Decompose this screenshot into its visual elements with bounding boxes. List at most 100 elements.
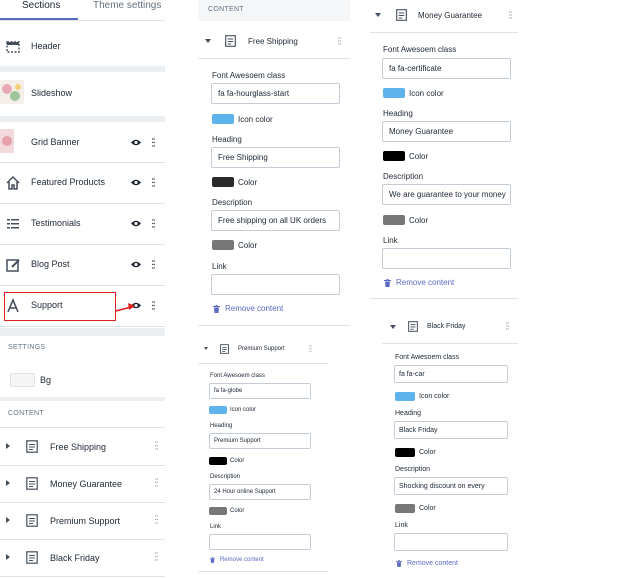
eye-icon[interactable] [131, 179, 141, 186]
tab-sections[interactable]: Sections [22, 0, 60, 11]
drag-handle-icon[interactable] [155, 478, 158, 487]
remove-content-button[interactable]: Remove content [210, 557, 264, 563]
drag-handle-icon[interactable] [338, 37, 341, 45]
collapse-caret-icon[interactable] [390, 325, 396, 329]
drag-handle-icon[interactable] [152, 301, 155, 310]
fa-class-input[interactable]: fa fa-certificate [382, 58, 511, 79]
highlight-box [4, 292, 116, 321]
sidebar-item-blog-post[interactable]: Blog Post [0, 245, 165, 285]
heading-color-swatch[interactable] [209, 457, 227, 465]
link-label: Link [212, 262, 227, 271]
icon-color-swatch[interactable] [209, 406, 227, 414]
fa-class-input[interactable]: fa fa-hourglass-start [211, 83, 340, 104]
sidebar-item-grid-banner[interactable]: Grid Banner [0, 123, 165, 163]
heading-label: Heading [210, 423, 233, 429]
drag-handle-icon[interactable] [152, 219, 155, 228]
section-separator [0, 66, 165, 72]
description-color-swatch[interactable] [209, 507, 227, 515]
drag-handle-icon[interactable] [152, 138, 155, 147]
drag-handle-icon[interactable] [509, 11, 512, 19]
collapse-caret-icon[interactable] [204, 347, 208, 350]
heading-input[interactable]: Free Shipping [211, 147, 340, 168]
collapse-caret-icon[interactable] [205, 39, 211, 43]
content-item-premium-support[interactable]: Premium Support [0, 502, 165, 539]
sidebar-item-label: Slideshow [31, 88, 73, 98]
expand-caret-icon[interactable] [6, 554, 10, 560]
sidebar-item-header[interactable]: Header [0, 27, 165, 67]
content-item-black-friday[interactable]: Black Friday [0, 539, 165, 576]
eye-icon[interactable] [131, 220, 141, 227]
fa-class-input[interactable]: fa fa-globe [209, 383, 311, 399]
free-shipping-panel: CONTENT Free Shipping Font Awesoem class… [198, 0, 350, 330]
tab-theme-settings[interactable]: Theme settings [93, 0, 161, 11]
sidebar-item-testimonials[interactable]: Testimonials [0, 204, 165, 244]
heading-input[interactable]: Money Guarantee [382, 121, 511, 142]
heading-color-label: Color [230, 458, 245, 464]
arrow-annotation [115, 303, 135, 312]
heading-color-swatch[interactable] [383, 151, 405, 161]
heading-color-swatch[interactable] [395, 448, 415, 457]
description-color-label: Color [419, 505, 436, 512]
description-color-swatch[interactable] [212, 240, 234, 250]
description-input[interactable]: 24 Hour online Support [209, 484, 311, 500]
text-block-icon [408, 321, 418, 332]
remove-content-button[interactable]: Remove content [213, 304, 283, 313]
icon-color-swatch[interactable] [395, 392, 415, 401]
trash-icon [396, 560, 402, 567]
sidebar-item-label: Featured Products [31, 177, 106, 187]
bg-color-swatch[interactable] [10, 373, 35, 387]
description-input[interactable]: We are guarantee to your money [382, 184, 511, 205]
expand-caret-icon[interactable] [6, 443, 10, 449]
expand-caret-icon[interactable] [6, 480, 10, 486]
heading-input[interactable]: Black Friday [394, 421, 508, 439]
home-icon [6, 175, 20, 190]
link-input[interactable] [209, 534, 311, 550]
drag-handle-icon[interactable] [152, 178, 155, 187]
eye-icon[interactable] [131, 261, 141, 268]
fa-class-input[interactable]: fa fa-car [394, 365, 508, 383]
section-separator [0, 116, 165, 122]
trash-icon [213, 304, 220, 313]
drag-handle-icon[interactable] [506, 322, 509, 330]
sidebar-item-featured-products[interactable]: Featured Products [0, 163, 165, 203]
content-caption: CONTENT [208, 6, 244, 13]
drag-handle-icon[interactable] [155, 515, 158, 524]
description-color-label: Color [409, 216, 429, 225]
eye-icon[interactable] [131, 139, 141, 146]
heading-input[interactable]: Premium Support [209, 433, 311, 449]
description-input[interactable]: Free shipping on all UK orders [211, 210, 340, 231]
drag-handle-icon[interactable] [155, 552, 158, 561]
heading-color-swatch[interactable] [212, 177, 234, 187]
drag-handle-icon[interactable] [155, 441, 158, 450]
description-input[interactable]: Shocking discount on every [394, 477, 508, 495]
content-item-free-shipping[interactable]: Free Shipping [0, 428, 165, 465]
link-input[interactable] [382, 248, 511, 269]
description-color-swatch[interactable] [383, 215, 405, 225]
description-label: Description [210, 474, 241, 480]
heading-label: Heading [212, 135, 242, 144]
block-title: Money Guarantee [418, 11, 483, 20]
icon-color-swatch[interactable] [212, 114, 234, 124]
link-input[interactable] [211, 274, 340, 295]
drag-handle-icon[interactable] [309, 345, 312, 352]
remove-content-label: Remove content [220, 557, 264, 563]
remove-content-button[interactable]: Remove content [384, 278, 454, 287]
description-label: Description [212, 198, 253, 207]
expand-caret-icon[interactable] [6, 517, 10, 523]
remove-content-button[interactable]: Remove content [396, 560, 458, 567]
description-color-swatch[interactable] [395, 504, 415, 513]
icon-color-swatch[interactable] [383, 88, 405, 98]
icon-color-label: Icon color [419, 393, 450, 400]
collapse-caret-icon[interactable] [375, 13, 381, 17]
remove-content-label: Remove content [225, 304, 284, 313]
row-divider [0, 576, 165, 577]
link-input[interactable] [394, 533, 508, 551]
sidebar-item-slideshow[interactable]: Slideshow [0, 74, 165, 114]
list-icon [7, 219, 19, 229]
drag-handle-icon[interactable] [152, 260, 155, 269]
text-block-icon [396, 9, 407, 21]
description-color-label: Color [238, 241, 258, 250]
content-item-money-guarantee[interactable]: Money Guarantee [0, 465, 165, 502]
slideshow-thumbnail [0, 80, 24, 104]
sidebar-tabs: Sections Theme settings [0, 0, 165, 21]
